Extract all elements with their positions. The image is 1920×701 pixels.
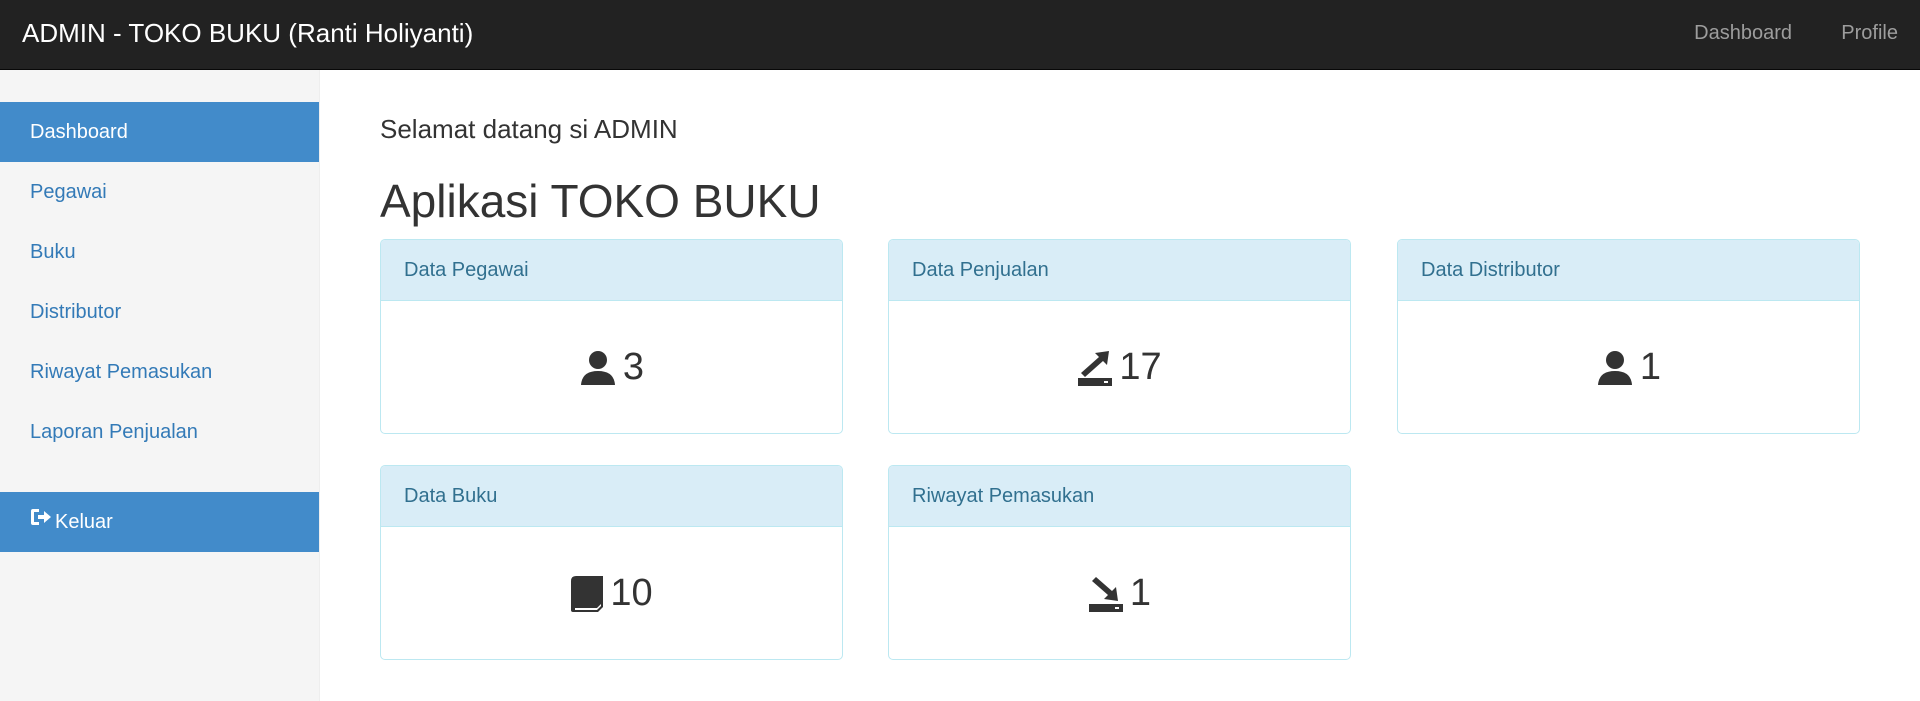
panel-count: 3 <box>622 346 645 388</box>
panel-heading: Data Penjualan <box>889 240 1350 301</box>
top-navbar: ADMIN - TOKO BUKU (Ranti Holiyanti) Dash… <box>0 0 1920 70</box>
panel-body: 1 <box>889 527 1350 659</box>
user-icon <box>580 350 615 385</box>
panel-count: 1 <box>1129 572 1152 614</box>
sidebar-item-buku[interactable]: Buku <box>0 222 319 282</box>
logout-button[interactable]: Keluar <box>0 492 319 552</box>
panel-data-penjualan[interactable]: Data Penjualan 17 <box>888 239 1351 434</box>
panel-body: 3 <box>381 301 842 433</box>
sidebar-item-dashboard[interactable]: Dashboard <box>0 102 319 162</box>
panel-count: 1 <box>1639 346 1662 388</box>
panel-count: 17 <box>1119 346 1162 388</box>
panel-data-buku[interactable]: Data Buku 10 <box>380 465 843 660</box>
sidebar: Dashboard Pegawai Buku Distributor Riway… <box>0 70 320 701</box>
main-content: Selamat datang si ADMIN Aplikasi TOKO BU… <box>380 70 1860 701</box>
welcome-text: Selamat datang si ADMIN <box>380 114 678 144</box>
sidebar-item-distributor[interactable]: Distributor <box>0 282 319 342</box>
panel-data-distributor[interactable]: Data Distributor 1 <box>1397 239 1860 434</box>
nav-link-dashboard[interactable]: Dashboard <box>1694 0 1792 70</box>
sidebar-item-laporan-penjualan[interactable]: Laporan Penjualan <box>0 402 319 462</box>
app-brand[interactable]: ADMIN - TOKO BUKU (Ranti Holiyanti) <box>22 0 473 70</box>
import-icon <box>1088 576 1123 612</box>
panel-heading: Data Pegawai <box>381 240 842 301</box>
panel-heading: Data Buku <box>381 466 842 527</box>
page-title: Aplikasi TOKO BUKU <box>380 175 821 227</box>
logout-label: Keluar <box>55 511 113 533</box>
panel-riwayat-pemasukan[interactable]: Riwayat Pemasukan 1 <box>888 465 1351 660</box>
panel-count: 10 <box>610 572 653 614</box>
sidebar-item-riwayat-pemasukan[interactable]: Riwayat Pemasukan <box>0 342 319 402</box>
panel-body: 10 <box>381 527 842 659</box>
panel-data-pegawai[interactable]: Data Pegawai 3 <box>380 239 843 434</box>
panel-heading: Riwayat Pemasukan <box>889 466 1350 527</box>
user-icon <box>1597 350 1632 385</box>
panel-heading: Data Distributor <box>1398 240 1859 301</box>
log-out-icon <box>30 491 52 551</box>
panel-body: 1 <box>1398 301 1859 433</box>
panel-body: 17 <box>889 301 1350 433</box>
export-icon <box>1078 350 1113 386</box>
nav-link-profile[interactable]: Profile <box>1841 0 1898 70</box>
book-icon <box>571 575 604 612</box>
sidebar-item-pegawai[interactable]: Pegawai <box>0 162 319 222</box>
